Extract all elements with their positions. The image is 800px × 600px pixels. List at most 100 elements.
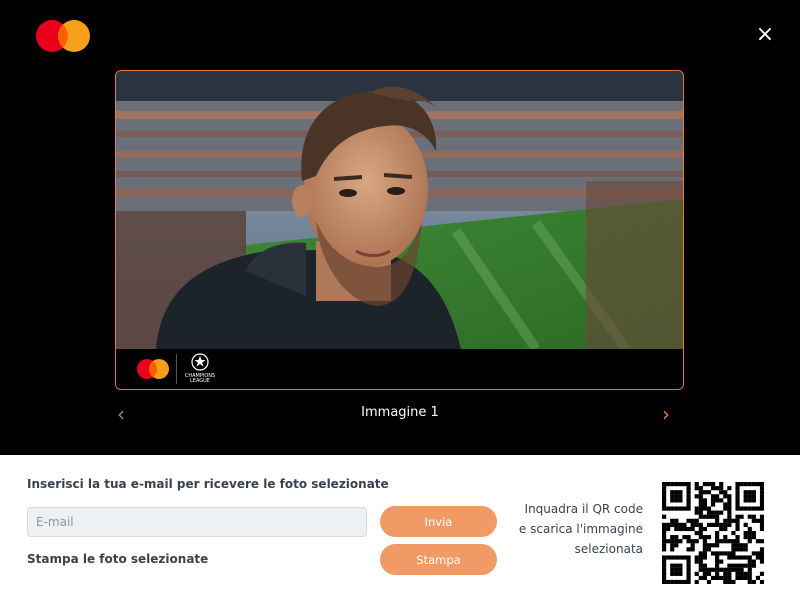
qr-module [731,547,736,552]
qr-module [743,563,748,568]
qr-module [723,551,728,556]
qr-module [747,526,752,532]
qr-module [723,518,728,523]
qr-module [678,522,683,527]
qr-module [727,498,732,503]
qr-module [682,506,687,511]
qr-module [698,494,703,499]
qr-module [755,482,761,487]
qr-module [723,535,728,540]
qr-module [670,518,675,523]
previous-image-button[interactable]: ‹ [117,402,137,426]
qr-module [662,522,667,527]
qr-module [727,551,732,556]
qr-module [706,482,712,487]
qr-module [759,555,764,560]
qr-module [759,539,764,544]
qr-module [727,514,732,519]
qr-module [751,518,756,523]
qr-module [670,547,675,552]
qr-module [694,559,699,564]
qr-module [727,563,732,568]
qr-module [706,510,712,515]
qr-module [715,494,720,499]
qr-module [702,490,707,495]
email-input[interactable] [27,507,367,537]
qr-module [682,555,687,560]
qr-module [739,571,744,576]
qr-module [706,506,712,511]
qr-module [686,502,691,507]
qr-module [682,522,687,527]
qr-module [682,535,687,540]
qr-module [702,567,707,572]
qr-module [670,490,675,495]
qr-module [747,498,752,503]
qr-text-line-1: Inquadra il QR code [524,502,643,516]
qr-module [674,518,679,523]
qr-module [666,539,671,544]
qr-module [747,482,752,487]
send-button[interactable]: Invia [380,506,497,537]
close-button[interactable]: × [752,22,778,48]
qr-module [662,543,667,548]
qr-module [747,514,752,519]
qr-module [710,494,716,499]
qr-module [719,522,724,527]
qr-module [686,559,691,564]
qr-module [694,579,699,584]
qr-module [735,555,740,560]
qr-module [694,518,699,523]
qr-module [682,579,687,584]
qr-module [706,567,712,572]
qr-module [739,514,744,519]
qr-module [759,502,764,507]
qr-module [686,526,691,532]
qr-module [735,567,740,572]
print-button[interactable]: Stampa [380,544,497,575]
qr-module [698,486,703,491]
qr-module [743,547,748,552]
qr-module [686,563,691,568]
qr-module [694,486,699,491]
qr-module [731,555,736,560]
qr-module [674,490,679,495]
qr-module [702,482,707,487]
qr-module [719,559,724,564]
qr-module [751,535,756,540]
qr-module [759,518,764,523]
qr-module [678,579,683,584]
qr-module [755,575,761,581]
qr-module [702,551,707,556]
qr-module [698,563,703,568]
qr-module [710,502,716,507]
qr-module [747,555,752,560]
qr-module [702,555,707,560]
qr-text-line-2: e scarica l'immagine [518,522,643,536]
qr-module [702,514,707,519]
qr-module [751,579,756,584]
qr-module [715,530,720,536]
starball-icon [191,353,209,371]
qr-module [674,482,679,487]
qr-module [747,535,752,540]
qr-module [666,482,671,487]
qr-module [735,535,740,540]
qr-module [735,547,740,552]
qr-module [674,555,679,560]
qr-module [727,502,732,507]
qr-module [759,498,764,503]
next-image-button[interactable]: › [662,402,682,426]
qr-module [666,579,671,584]
qr-module [739,547,744,552]
qr-module [719,539,724,544]
qr-module [694,555,699,560]
qr-module [759,482,764,487]
qr-module [686,506,691,511]
qr-module [727,494,732,499]
qr-module [719,567,724,572]
qr-module [739,575,744,581]
qr-module [702,543,707,548]
qr-module [731,530,736,536]
qr-module [710,575,716,581]
